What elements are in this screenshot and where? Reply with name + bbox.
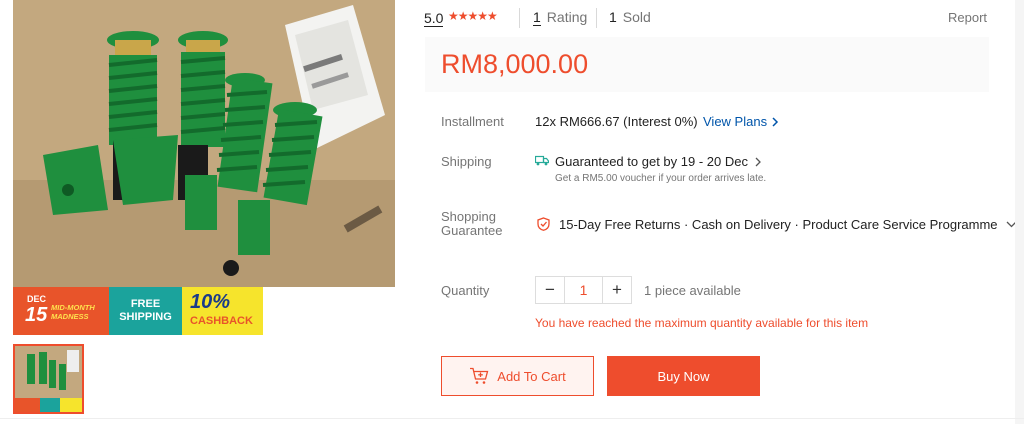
shipping-value: Guaranteed to get by 19 - 20 Dec <box>555 154 748 169</box>
product-thumbnail[interactable] <box>13 344 84 414</box>
promo-banner: DEC 15 MID-MONTH MADNESS FREE SHIPPING 1… <box>13 287 263 335</box>
quantity-input[interactable]: 1 <box>564 277 603 303</box>
truck-icon <box>535 155 549 166</box>
cashback-label: CASHBACK <box>190 315 253 327</box>
shield-icon <box>537 217 550 231</box>
product-price: RM8,000.00 <box>441 49 589 79</box>
shipping-label: SHIPPING <box>119 311 172 323</box>
page-scrollbar[interactable] <box>1015 0 1024 424</box>
thumbnail-image <box>15 346 82 412</box>
guarantee-value: 15-Day Free Returns · Cash on Delivery ·… <box>559 217 998 232</box>
guarantee-label-line1: Shopping <box>441 209 496 224</box>
increase-quantity-button[interactable]: + <box>603 277 631 303</box>
dec-label: DEC <box>27 294 47 304</box>
day-label: 15 <box>25 304 48 326</box>
guarantee-dropdown[interactable]: 15-Day Free Returns · Cash on Delivery ·… <box>559 217 1017 232</box>
guarantee-label-line2: Guarantee <box>441 223 503 238</box>
sold-number: 1 <box>609 9 617 25</box>
rating-score[interactable]: 5.0 <box>424 10 444 27</box>
quantity-stepper[interactable]: − 1 + <box>535 276 632 304</box>
madness-label: MID-MONTH MADNESS <box>51 303 95 321</box>
coilover-photo <box>13 0 395 287</box>
divider <box>519 8 520 28</box>
view-plans-label: View Plans <box>703 114 768 129</box>
chevron-right-icon <box>772 116 779 127</box>
free-shipping-badge: FREE SHIPPING <box>109 287 182 335</box>
ratings-count[interactable]: 1 Rating <box>533 9 588 26</box>
quantity-label: Quantity <box>441 283 490 298</box>
ratings-number: 1 <box>533 9 541 26</box>
divider <box>596 8 597 28</box>
cashback-percent: 10% <box>190 291 231 313</box>
add-to-cart-button[interactable]: Add To Cart <box>441 356 594 396</box>
report-link[interactable]: Report <box>948 10 987 25</box>
mid-month-madness-badge: DEC 15 MID-MONTH MADNESS <box>13 287 109 335</box>
view-plans-link[interactable]: View Plans <box>703 114 779 129</box>
divider <box>0 418 1024 419</box>
ratings-label: Rating <box>546 9 588 25</box>
star-rating-icon: ★★★★★ <box>448 9 498 23</box>
free-label: FREE <box>130 298 161 310</box>
decrease-quantity-button[interactable]: − <box>536 277 564 303</box>
add-to-cart-label: Add To Cart <box>497 368 566 384</box>
cashback-badge: 10% CASHBACK <box>182 287 263 335</box>
installment-value: 12x RM666.67 (Interest 0%) <box>535 114 698 129</box>
sold-label: Sold <box>622 9 651 25</box>
add-cart-icon <box>470 367 489 384</box>
shipping-label: Shipping <box>441 154 492 169</box>
max-quantity-warning: You have reached the maximum quantity av… <box>535 316 869 330</box>
product-main-image[interactable] <box>13 0 395 287</box>
sold-count: 1 Sold <box>609 9 651 25</box>
late-voucher-note: Get a RM5.00 voucher if your order arriv… <box>555 173 767 184</box>
installment-label: Installment <box>441 114 504 129</box>
pieces-available: 1 piece available <box>644 283 741 298</box>
chevron-right-icon <box>755 157 761 166</box>
buy-now-button[interactable]: Buy Now <box>607 356 760 396</box>
shipping-guarantee[interactable]: Guaranteed to get by 19 - 20 Dec <box>555 154 762 169</box>
